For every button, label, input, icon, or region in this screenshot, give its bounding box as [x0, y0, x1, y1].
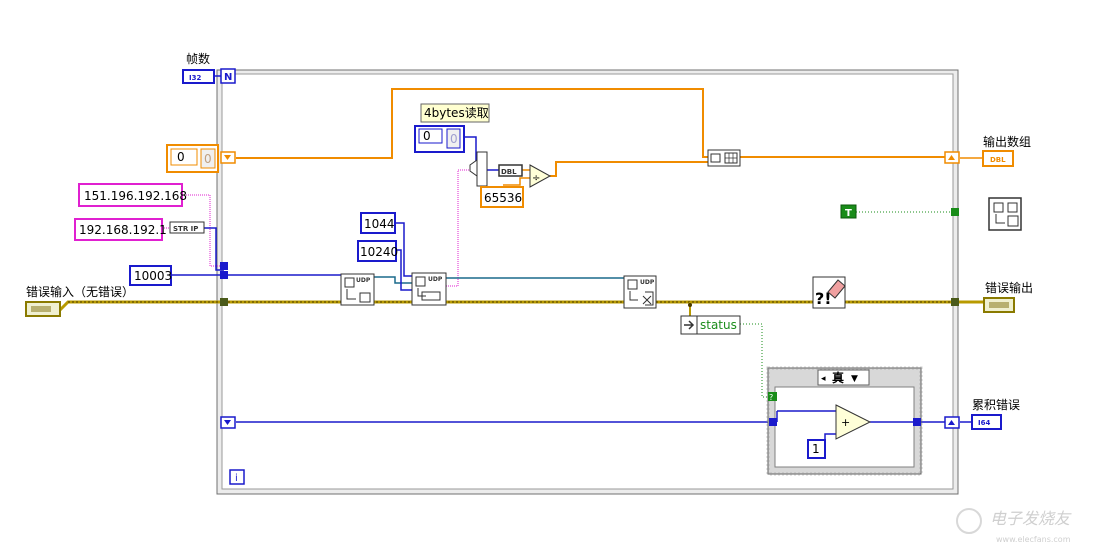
udp-open-function[interactable]: UDP: [340, 273, 375, 306]
index-array-index[interactable]: 0: [423, 129, 431, 143]
error-out-icon: [989, 302, 1009, 308]
loop-count-text: N: [224, 72, 232, 83]
case-selector-left-arrow[interactable]: ◂: [821, 374, 826, 384]
error-wire-dot: [688, 303, 692, 307]
const-10240-text: 10240: [360, 245, 398, 259]
frames-label: 帧数: [186, 51, 210, 66]
tunnel-port: [220, 271, 228, 279]
case-tunnel-in: [769, 418, 777, 426]
watermark: 电子发烧友 www.elecfans.com: [956, 508, 1072, 544]
array-init-constant[interactable]: 0 0: [166, 144, 219, 173]
tunnel-true: [951, 208, 959, 216]
labview-block-diagram: ◂ 真 ▼ ? + 1 N i 帧数 I32 输出数组 DBL 错误输入（无错误…: [25, 51, 1072, 544]
udp-read-function[interactable]: UDP: [411, 272, 447, 306]
string-to-ip-label: STR IP: [173, 225, 198, 233]
unbundle-status-text: status: [700, 318, 737, 332]
array-init-index[interactable]: 0: [177, 150, 185, 164]
case-structure[interactable]: ◂ 真 ▼ ? + 1: [766, 366, 923, 476]
watermark-logo-icon: [956, 508, 982, 534]
clear-errors-function[interactable]: ?!: [812, 276, 846, 309]
type-cast-function[interactable]: [476, 151, 488, 187]
index-array-constant[interactable]: 0 0: [414, 125, 465, 153]
const-one-text: 1: [812, 442, 820, 456]
comment-label-text: 4bytes读取: [424, 106, 489, 120]
tunnel-ip: [220, 262, 228, 270]
udp-close-function[interactable]: UDP: [623, 275, 657, 309]
watermark-url: www.elecfans.com: [996, 535, 1071, 544]
conditional-terminal-icon[interactable]: [988, 197, 1022, 231]
accum-error-label: 累积错误: [972, 398, 1020, 412]
error-in-icon: [31, 306, 51, 312]
ip-constant-2-text: 192.168.192.1: [79, 223, 167, 237]
divide-symbol: ÷: [532, 173, 540, 184]
accum-error-tag: I64: [978, 419, 990, 427]
array-init-value: 0: [204, 152, 212, 166]
frames-control-tag: I32: [189, 74, 201, 82]
to-dbl-label: DBL: [501, 168, 517, 176]
const-1044-text: 1044: [364, 217, 395, 231]
udp-read-label: UDP: [428, 276, 443, 283]
unbundle-status[interactable]: status: [680, 315, 741, 335]
tunnel-error-in: [220, 298, 228, 306]
error-out-label: 错误输出: [985, 280, 1033, 295]
case-selector-down-arrow[interactable]: ▼: [851, 374, 858, 384]
loop-iteration-text: i: [235, 473, 238, 484]
ip-constant-1-text: 151.196.192.168: [84, 189, 187, 203]
true-constant-text: T: [845, 208, 852, 219]
error-in-label: 错误输入（无错误）: [26, 284, 134, 299]
case-selector-value[interactable]: 真: [832, 370, 844, 385]
add-symbol: +: [841, 416, 850, 429]
port-constant-text: 10003: [134, 269, 172, 283]
case-condition-mark: ?: [769, 393, 773, 402]
case-tunnel-out: [913, 418, 921, 426]
watermark-text: 电子发烧友: [990, 509, 1072, 528]
output-array-label: 输出数组: [983, 134, 1031, 149]
tunnel-error-out: [951, 298, 959, 306]
udp-open-label: UDP: [356, 277, 371, 284]
udp-close-label: UDP: [640, 279, 655, 286]
output-array-tag: DBL: [990, 156, 1006, 164]
index-array-value: 0: [450, 132, 458, 146]
const-65536-text: 65536: [484, 191, 522, 205]
